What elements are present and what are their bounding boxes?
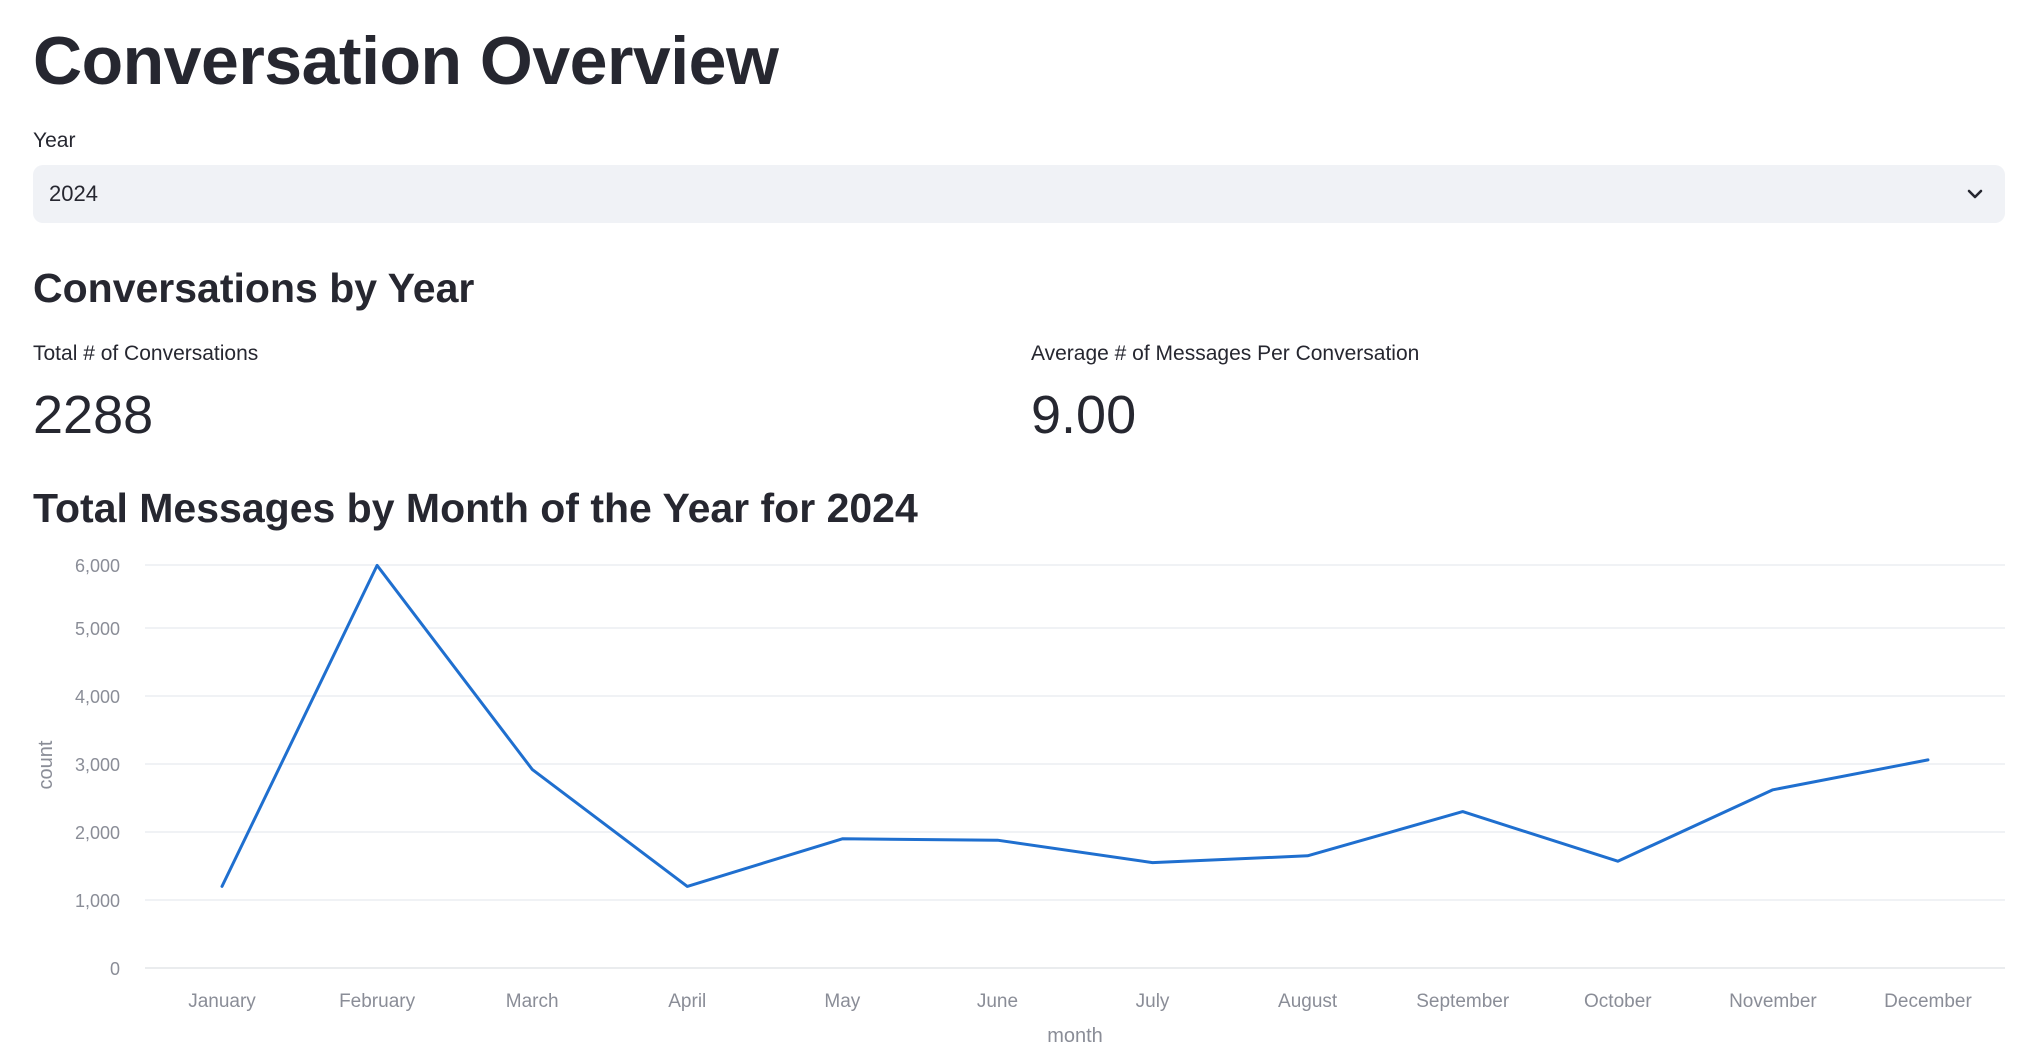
x-tick-label: April — [668, 991, 706, 1012]
y-tick-label: 1,000 — [75, 891, 120, 911]
y-tick-label: 3,000 — [75, 755, 120, 775]
x-axis-ticks: January February March April May June July Augu… — [188, 991, 1972, 1012]
year-select-label: Year — [33, 129, 76, 152]
series-line — [220, 563, 1930, 888]
y-axis-label: count — [35, 740, 57, 789]
page-title: Conversation Overview — [33, 23, 779, 99]
x-axis-label: month — [1047, 1025, 1103, 1046]
x-tick-label: May — [824, 991, 860, 1012]
metric-total-conversations: Total # of Conversations 2288 — [33, 340, 258, 450]
metric-average-messages: Average # of Messages Per Conversation 9… — [1031, 340, 1419, 450]
x-tick-label: March — [506, 991, 559, 1012]
x-tick-label: October — [1584, 991, 1652, 1012]
metric-label: Total # of Conversations — [33, 342, 259, 365]
x-tick-label: December — [1884, 991, 1972, 1012]
y-tick-label: 0 — [110, 959, 120, 979]
x-tick-label: January — [188, 991, 256, 1012]
y-tick-label: 5,000 — [75, 619, 120, 639]
year-select-value: 2024 — [49, 181, 98, 206]
y-tick-label: 6,000 — [75, 556, 120, 576]
x-tick-label: July — [1136, 991, 1170, 1012]
metric-value: 9.00 — [1031, 385, 1137, 445]
x-tick-label: February — [339, 991, 416, 1012]
y-tick-label: 4,000 — [75, 687, 120, 707]
section-title-conversations: Conversations by Year — [33, 265, 475, 311]
metric-value: 2288 — [33, 385, 154, 445]
x-tick-label: June — [977, 991, 1018, 1012]
metric-label: Average # of Messages Per Conversation — [1031, 342, 1420, 365]
y-tick-label: 2,000 — [75, 823, 120, 843]
messages-line-chart: 0 1,000 2,000 3,000 4,000 5,000 6,000 January F… — [35, 556, 2005, 1046]
x-tick-label: November — [1729, 991, 1817, 1012]
y-axis-ticks: 0 1,000 2,000 3,000 4,000 5,000 6,000 — [75, 556, 120, 979]
x-tick-label: August — [1278, 991, 1338, 1012]
section-title-messages: Total Messages by Month of the Year for … — [33, 485, 918, 531]
year-select[interactable]: 2024 — [33, 165, 2005, 223]
x-tick-label: September — [1416, 991, 1510, 1012]
chevron-down-icon — [1967, 189, 1983, 199]
